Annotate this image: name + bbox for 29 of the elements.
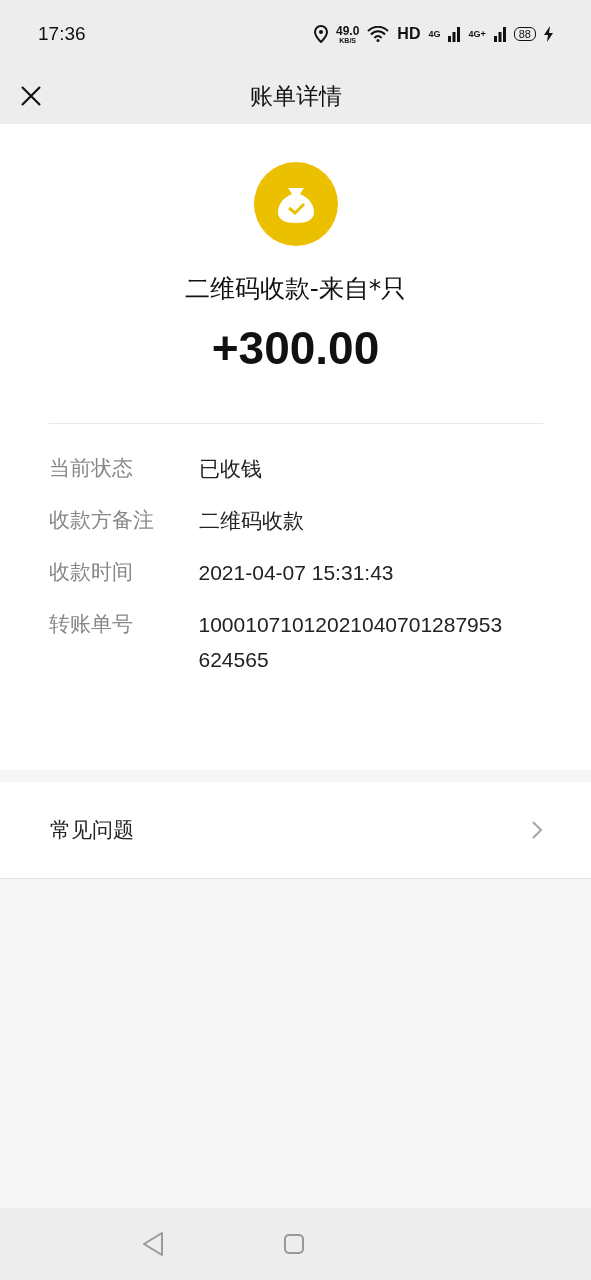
faq-row[interactable]: 常见问题: [0, 782, 591, 879]
faq-label: 常见问题: [50, 817, 134, 844]
wifi-icon: [367, 26, 390, 42]
chevron-right-icon: [531, 820, 543, 840]
back-icon[interactable]: [142, 1231, 164, 1257]
money-bag-icon: [253, 162, 338, 246]
detail-value: 2021-04-07 15:31:43: [198, 560, 395, 586]
detail-value: 已收钱: [198, 456, 263, 482]
hd-label: HD: [397, 25, 421, 43]
detail-label: 收款时间: [48, 559, 134, 586]
signal-icon: [493, 26, 506, 42]
network-speed: 49.0: [336, 24, 360, 37]
detail-label: 收款方备注: [48, 507, 155, 534]
network-label: 4G: [428, 29, 441, 39]
detail-value: 二维码收款: [198, 508, 305, 534]
battery-level: 88: [513, 27, 536, 41]
payment-title: 二维码收款-来自*只: [184, 273, 407, 305]
detail-label: 转账单号: [48, 611, 134, 638]
home-icon[interactable]: [284, 1234, 304, 1254]
payment-amount: +300.00: [211, 321, 380, 375]
detail-value: 10001071012021040701287953624565: [198, 612, 504, 673]
charging-icon: [544, 26, 553, 42]
close-icon[interactable]: [20, 85, 42, 107]
signal-icon: [448, 26, 461, 42]
network-label: 4G+: [468, 29, 486, 39]
page-title: 账单详情: [249, 81, 342, 111]
detail-label: 当前状态: [48, 455, 134, 482]
location-icon: [314, 25, 328, 43]
status-time: 17:36: [38, 23, 86, 45]
